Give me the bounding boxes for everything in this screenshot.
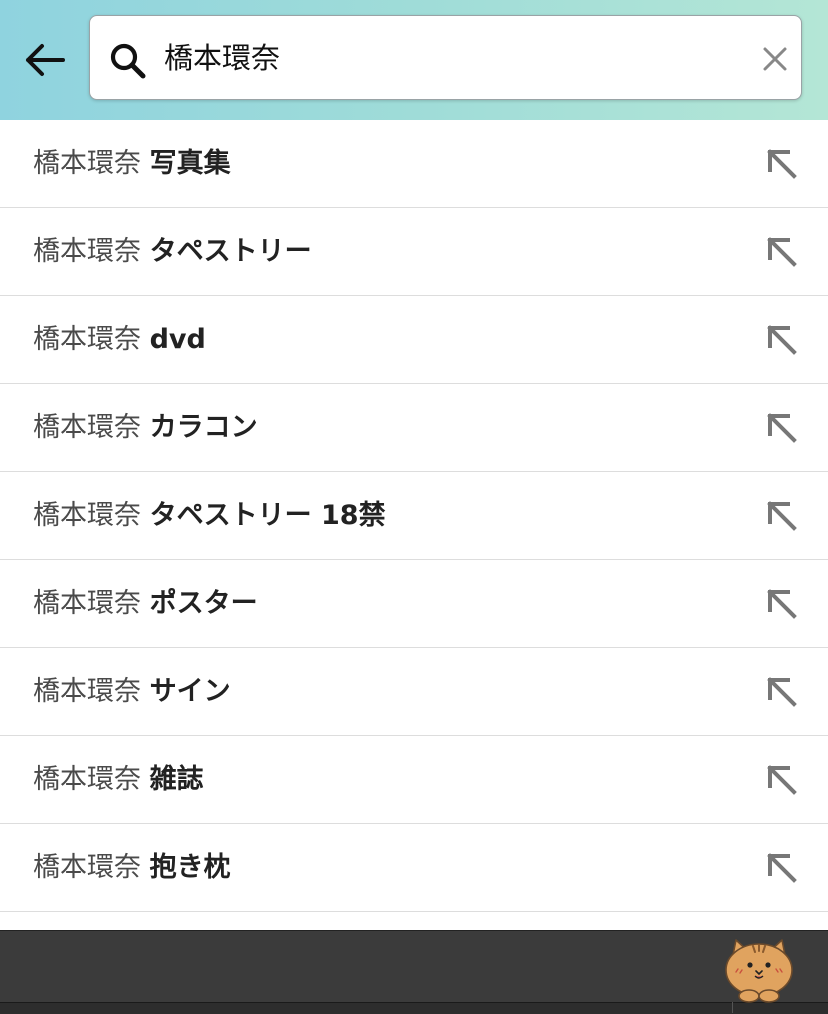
suggestion-suffix: ポスター — [149, 588, 258, 619]
suggestion-prefix: 橋本環奈 — [33, 148, 141, 179]
suggestion-text: 橋本環奈 抱き枕 — [33, 848, 231, 888]
arrow-up-left-icon[interactable] — [762, 760, 802, 800]
suggestion-item[interactable]: 橋本環奈 抱き枕 — [0, 824, 828, 912]
suggestion-suffix: dvd — [149, 324, 206, 355]
suggestion-text: 橋本環奈 雑誌 — [33, 760, 204, 800]
suggestion-text: 橋本環奈 dvd — [33, 320, 206, 360]
bottom-bar — [0, 930, 828, 1014]
suggestion-item[interactable]: 橋本環奈 タペストリー 18禁 — [0, 472, 828, 560]
suggestion-prefix: 橋本環奈 — [33, 676, 141, 707]
suggestion-suffix: タペストリー 18禁 — [149, 500, 386, 531]
arrow-left-icon — [26, 44, 65, 76]
arrow-up-left-icon[interactable] — [762, 144, 802, 184]
clear-button[interactable] — [758, 42, 792, 76]
arrow-up-left-icon[interactable] — [762, 848, 802, 888]
suggestion-list: 橋本環奈 写真集 橋本環奈 タペストリー 橋本環奈 dvd 橋本環奈 カラコン 橋本環奈… — [0, 120, 828, 912]
suggestion-text: 橋本環奈 ポスター — [33, 584, 258, 624]
suggestion-text: 橋本環奈 タペストリー 18禁 — [33, 496, 386, 536]
search-icon — [110, 43, 146, 79]
suggestion-text: 橋本環奈 サイン — [33, 672, 231, 712]
back-button[interactable] — [20, 38, 68, 82]
search-box — [89, 15, 802, 100]
suggestion-prefix: 橋本環奈 — [33, 500, 141, 531]
suggestion-suffix: 写真集 — [149, 148, 231, 179]
suggestion-item[interactable]: 橋本環奈 dvd — [0, 296, 828, 384]
suggestion-prefix: 橋本環奈 — [33, 588, 141, 619]
suggestion-suffix: 雑誌 — [149, 764, 204, 795]
suggestion-text: 橋本環奈 写真集 — [33, 144, 231, 184]
arrow-up-left-icon[interactable] — [762, 584, 802, 624]
suggestion-suffix: カラコン — [149, 412, 258, 443]
arrow-up-left-icon[interactable] — [762, 672, 802, 712]
suggestion-suffix: タペストリー — [149, 236, 312, 267]
suggestion-item[interactable]: 橋本環奈 サイン — [0, 648, 828, 736]
suggestion-prefix: 橋本環奈 — [33, 324, 141, 355]
suggestion-item[interactable]: 橋本環奈 写真集 — [0, 120, 828, 208]
bottom-divider-line — [0, 1002, 828, 1014]
suggestion-prefix: 橋本環奈 — [33, 852, 141, 883]
arrow-up-left-icon[interactable] — [762, 408, 802, 448]
suggestion-text: 橋本環奈 カラコン — [33, 408, 258, 448]
suggestion-prefix: 橋本環奈 — [33, 764, 141, 795]
suggestion-suffix: 抱き枕 — [149, 852, 231, 883]
suggestion-item[interactable]: 橋本環奈 タペストリー — [0, 208, 828, 296]
suggestion-text: 橋本環奈 タペストリー — [33, 232, 312, 272]
arrow-up-left-icon[interactable] — [762, 320, 802, 360]
arrow-up-left-icon[interactable] — [762, 232, 802, 272]
suggestion-suffix: サイン — [149, 676, 231, 707]
arrow-up-left-icon[interactable] — [762, 496, 802, 536]
cat-mascot-icon[interactable] — [722, 936, 796, 1004]
suggestion-prefix: 橋本環奈 — [33, 236, 141, 267]
suggestion-item[interactable]: 橋本環奈 雑誌 — [0, 736, 828, 824]
search-input[interactable] — [164, 34, 744, 82]
suggestion-item[interactable]: 橋本環奈 カラコン — [0, 384, 828, 472]
suggestion-item[interactable]: 橋本環奈 ポスター — [0, 560, 828, 648]
search-header — [0, 0, 828, 120]
suggestion-prefix: 橋本環奈 — [33, 412, 141, 443]
